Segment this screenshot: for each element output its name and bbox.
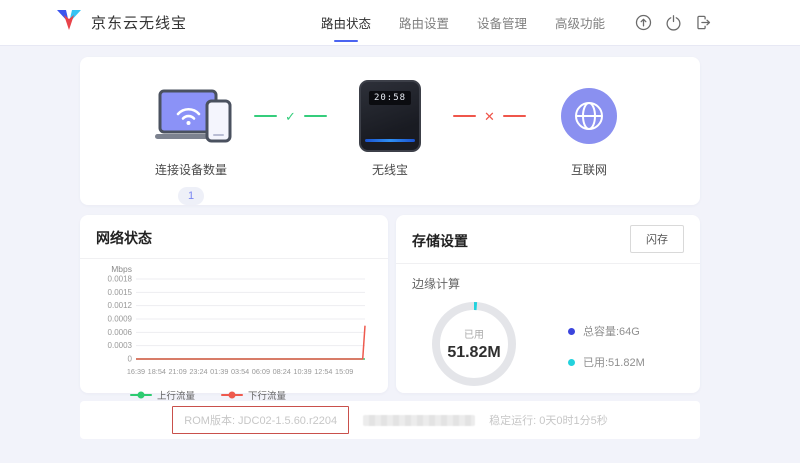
svg-text:已用: 已用 <box>464 330 484 341</box>
network-card-title: 网络状态 <box>96 228 152 248</box>
router-clock-display: 20:58 <box>369 91 411 105</box>
svg-text:23:24: 23:24 <box>189 367 207 376</box>
storage-card-title: 存储设置 <box>412 231 468 251</box>
check-icon: ✓ <box>285 110 296 123</box>
svg-text:18:54: 18:54 <box>148 367 166 376</box>
main-nav: 路由状态 路由设置 设备管理 高级功能 <box>319 7 607 38</box>
svg-text:12:54: 12:54 <box>314 367 332 376</box>
nav-router-settings[interactable]: 路由设置 <box>397 7 451 38</box>
legend-line-dot-icon <box>221 394 243 396</box>
link-line <box>453 115 476 117</box>
svg-text:10:39: 10:39 <box>293 367 311 376</box>
upgrade-icon[interactable] <box>635 14 652 31</box>
wan-link-disconnected: ✕ <box>453 73 526 159</box>
svg-text:15:09: 15:09 <box>335 367 353 376</box>
storage-donut-chart: 已用 51.82M <box>426 296 522 392</box>
redacted-mac-block <box>363 415 475 426</box>
jdcloud-logo-icon <box>56 9 82 36</box>
legend-upstream[interactable]: 上行流量 <box>130 388 195 402</box>
nav-device-manage[interactable]: 设备管理 <box>475 7 529 38</box>
header-icons <box>635 14 712 31</box>
edge-computing-label: 边缘计算 <box>412 275 684 292</box>
svg-text:0: 0 <box>128 355 133 364</box>
lan-link-connected: ✓ <box>254 73 327 159</box>
svg-text:21:09: 21:09 <box>169 367 187 376</box>
svg-text:06:09: 06:09 <box>252 367 270 376</box>
nav-advanced[interactable]: 高级功能 <box>553 7 607 38</box>
svg-text:0.0006: 0.0006 <box>108 328 133 337</box>
legend-line-dot-icon <box>130 394 152 396</box>
network-chart: 0 0.0003 0.0006 0.0009 0.0012 0.0015 0.0018Mbp… <box>96 263 372 383</box>
cross-icon: ✕ <box>484 110 495 123</box>
svg-text:08:24: 08:24 <box>273 367 291 376</box>
router-device-icon: 20:58 <box>359 80 421 152</box>
legend-dot-icon <box>568 359 575 366</box>
svg-text:0.0009: 0.0009 <box>108 315 133 324</box>
divider <box>80 258 388 259</box>
link-line <box>254 115 277 117</box>
power-icon[interactable] <box>665 14 682 31</box>
link-line <box>503 115 526 117</box>
internet-label: 互联网 <box>526 161 652 178</box>
link-line <box>304 115 327 117</box>
router-label: 无线宝 <box>327 161 453 178</box>
devices-icon <box>128 73 254 159</box>
network-status-card: 网络状态 0 0.0003 0.0006 0.0009 0.0012 0.0015 0.00… <box>80 215 388 393</box>
legend-used: 已用:51.82M <box>568 354 645 370</box>
brand: 京东云无线宝 <box>56 9 187 36</box>
svg-text:0.0003: 0.0003 <box>108 341 133 350</box>
devices-count-badge: 1 <box>178 187 204 205</box>
legend-dot-icon <box>568 328 575 335</box>
router-led-strip <box>365 139 415 142</box>
internet-globe-icon <box>561 88 617 144</box>
legend-downstream[interactable]: 下行流量 <box>221 388 286 402</box>
flash-storage-button[interactable]: 闪存 <box>630 225 684 253</box>
uptime-text: 稳定运行: 0天0时1分5秒 <box>489 412 608 428</box>
connected-devices-node: 连接设备数量 1 <box>128 73 254 205</box>
storage-settings-card: 存储设置 闪存 边缘计算 已用 51.82M 总容量:64G 已用:51.82M <box>396 215 700 393</box>
svg-text:01:39: 01:39 <box>210 367 228 376</box>
topology-card: 连接设备数量 1 ✓ 20:58 无线宝 ✕ <box>80 57 700 205</box>
logout-icon[interactable] <box>695 14 712 31</box>
svg-text:16:39: 16:39 <box>127 367 145 376</box>
router-node: 20:58 无线宝 <box>327 73 453 178</box>
svg-text:51.82M: 51.82M <box>447 344 500 361</box>
internet-node: 互联网 <box>526 73 652 178</box>
svg-text:Mbps: Mbps <box>111 264 132 274</box>
svg-text:03:54: 03:54 <box>231 367 249 376</box>
header: 京东云无线宝 路由状态 路由设置 设备管理 高级功能 <box>0 0 800 46</box>
svg-text:0.0018: 0.0018 <box>108 275 133 284</box>
legend-total-capacity: 总容量:64G <box>568 323 645 339</box>
storage-legend: 总容量:64G 已用:51.82M <box>568 323 645 370</box>
divider <box>396 263 700 264</box>
nav-router-status[interactable]: 路由状态 <box>319 7 373 38</box>
svg-text:0.0015: 0.0015 <box>108 288 133 297</box>
svg-text:0.0012: 0.0012 <box>108 301 133 310</box>
network-chart-legend: 上行流量 下行流量 <box>130 388 372 402</box>
devices-label: 连接设备数量 <box>128 161 254 178</box>
rom-version-annotated: ROM版本: JDC02-1.5.60.r2204 <box>172 406 349 434</box>
app-title: 京东云无线宝 <box>91 12 187 33</box>
footer-status-bar: ROM版本: JDC02-1.5.60.r2204 稳定运行: 0天0时1分5秒 <box>80 401 700 439</box>
